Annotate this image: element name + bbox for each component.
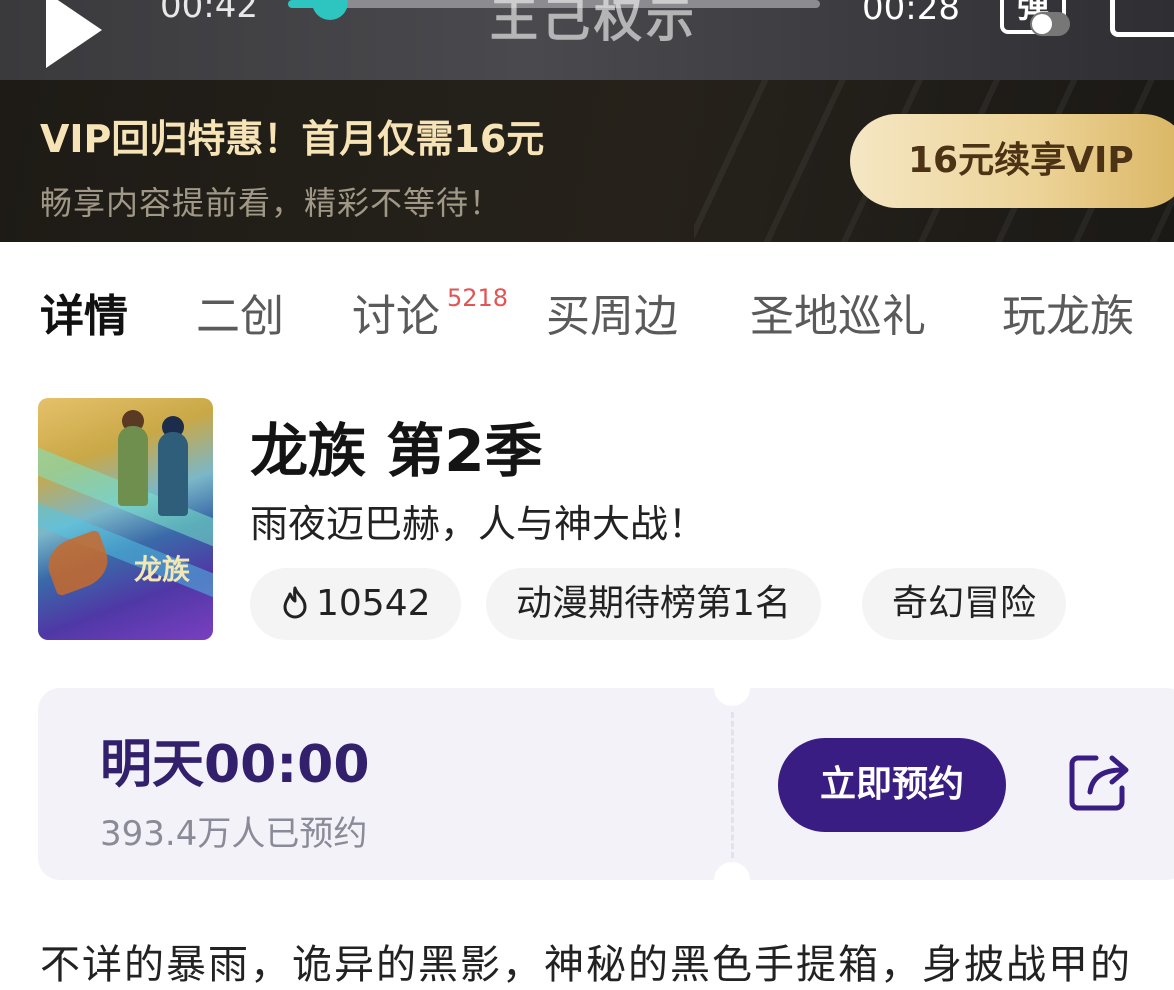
tab-play-game[interactable]: 玩龙族 [1002, 280, 1134, 344]
vip-renew-button[interactable]: 16元续享VIP [850, 114, 1174, 208]
reservation-count: 393.4万人已预约 [100, 814, 368, 854]
heat-chip[interactable]: 10542 [250, 568, 461, 640]
tab-bar: 详情 二创 讨论 买周边 圣地巡礼 玩龙族 [0, 280, 1174, 350]
fullscreen-icon[interactable] [1110, 0, 1174, 37]
show-poster[interactable]: 龙族 [38, 398, 213, 640]
reserve-button[interactable]: 立即预约 [778, 738, 1006, 832]
vip-banner: VIP回归特惠！首月仅需16元 畅享内容提前看，精彩不等待！ 16元续享VIP [0, 80, 1174, 242]
tab-merchandise[interactable]: 买周边 [546, 280, 678, 344]
rank-chip[interactable]: 动漫期待榜第1名 [486, 568, 821, 640]
show-description: 不详的暴雨，诡异的黑影，神秘的黑色手提箱，身披战甲的 [40, 942, 1132, 988]
tab-discussion[interactable]: 讨论 [352, 280, 440, 344]
video-caption: 王己权示 [490, 0, 699, 48]
flame-icon [283, 586, 307, 619]
poster-character [158, 432, 188, 516]
release-time: 明天00:00 [100, 735, 370, 795]
vip-subtitle: 畅享内容提前看，精彩不等待！ [40, 184, 503, 222]
tab-details[interactable]: 详情 [40, 280, 128, 344]
share-icon[interactable] [1068, 750, 1132, 816]
ticket-divider [731, 712, 734, 858]
ticket-notch [714, 862, 750, 898]
play-icon[interactable] [46, 0, 102, 68]
tab-pilgrimage[interactable]: 圣地巡礼 [750, 280, 926, 344]
video-player[interactable]: 00:42 王己权示 00:28 弹 [0, 0, 1174, 80]
show-slogan: 雨夜迈巴赫，人与神大战！ [250, 502, 707, 546]
ticket-notch [714, 670, 750, 706]
progress-knob[interactable] [312, 0, 348, 20]
duration-time: 00:28 [862, 0, 960, 28]
heat-value: 10542 [316, 583, 431, 624]
current-time: 00:42 [160, 0, 258, 26]
vip-title: VIP回归特惠！首月仅需16元 [40, 117, 545, 161]
tab-fan-creations[interactable]: 二创 [196, 280, 284, 344]
genre-chip[interactable]: 奇幻冒险 [862, 568, 1067, 640]
reservation-card: 明天00:00 393.4万人已预约 立即预约 [38, 670, 1174, 898]
discussion-count-badge: 5218 [447, 284, 509, 312]
poster-character [118, 426, 148, 506]
danmu-switch[interactable] [1030, 12, 1070, 36]
show-title: 龙族 第2季 [250, 417, 543, 485]
poster-logo: 龙族 [134, 553, 191, 586]
